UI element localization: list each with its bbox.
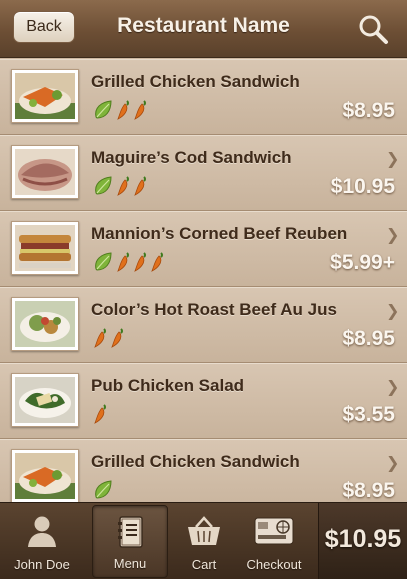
person-icon bbox=[28, 516, 56, 547]
roast-beef-photo bbox=[11, 297, 79, 351]
menu-item-name: Grilled Chicken Sandwich bbox=[91, 452, 300, 471]
nav-header: Back Restaurant Name bbox=[0, 0, 407, 58]
dietary-icons bbox=[93, 175, 147, 197]
tab-menu[interactable]: Menu bbox=[92, 505, 168, 578]
back-button[interactable]: Back bbox=[13, 11, 75, 43]
tab-label: John Doe bbox=[14, 557, 70, 572]
chicken-dish-photo bbox=[11, 449, 79, 502]
menu-item-name: Mannion’s Corned Beef Reuben bbox=[91, 224, 348, 243]
spicy-pepper-icon bbox=[151, 252, 163, 272]
app-screen: Back Restaurant Name Grilled Chicken San… bbox=[0, 0, 407, 579]
menu-list[interactable]: Grilled Chicken Sandwich $8.95 Maguire’s C… bbox=[0, 58, 407, 502]
order-total-amount: $10.95 bbox=[324, 525, 402, 553]
tab-bar: John Doe Menu Cart Checkout $10.95 bbox=[0, 502, 407, 579]
basket-icon bbox=[188, 516, 220, 545]
reuben-photo bbox=[11, 221, 79, 275]
chevron-right-icon: ❯ bbox=[386, 303, 400, 320]
menu-item-row[interactable]: Mannion’s Corned Beef Reuben ❯ $5.99+ bbox=[0, 211, 407, 287]
menu-item-price: $10.95 bbox=[330, 175, 395, 198]
tab-checkout[interactable]: Checkout bbox=[236, 505, 312, 578]
dietary-icons bbox=[93, 479, 113, 501]
vegetarian-leaf-icon bbox=[95, 176, 112, 195]
spicy-pepper-icon bbox=[94, 404, 106, 424]
order-total[interactable]: $10.95 bbox=[318, 503, 407, 579]
page-title: Restaurant Name bbox=[117, 14, 290, 37]
chevron-right-icon: ❯ bbox=[386, 227, 400, 244]
spicy-pepper-icon bbox=[117, 100, 129, 120]
menu-item-price: $5.99+ bbox=[330, 251, 395, 274]
spicy-pepper-icon bbox=[94, 328, 106, 348]
vegetarian-leaf-icon bbox=[95, 100, 112, 119]
menu-item-name: Color’s Hot Roast Beef Au Jus bbox=[91, 300, 337, 319]
salad-photo bbox=[11, 373, 79, 427]
dietary-icons bbox=[93, 327, 124, 349]
tab-label: Menu bbox=[113, 556, 147, 571]
spicy-pepper-icon bbox=[117, 252, 129, 272]
spicy-pepper-icon bbox=[111, 328, 123, 348]
menu-item-name: Grilled Chicken Sandwich bbox=[91, 72, 300, 91]
menu-item-name: Maguire’s Cod Sandwich bbox=[91, 148, 292, 167]
menu-item-row[interactable]: Pub Chicken Salad ❯ $3.55 bbox=[0, 363, 407, 439]
menu-item-row[interactable]: Grilled Chicken Sandwich $8.95 bbox=[0, 59, 407, 135]
menu-item-row[interactable]: Color’s Hot Roast Beef Au Jus ❯ $8.95 bbox=[0, 287, 407, 363]
dietary-icons bbox=[93, 251, 164, 273]
vegetarian-leaf-icon bbox=[95, 252, 112, 271]
credit-card-icon bbox=[254, 517, 294, 545]
dietary-icons bbox=[93, 403, 107, 425]
chevron-right-icon: ❯ bbox=[386, 151, 400, 168]
vegetarian-leaf-icon bbox=[95, 480, 112, 499]
spicy-pepper-icon bbox=[134, 252, 146, 272]
tab-profile[interactable]: John Doe bbox=[4, 505, 80, 578]
chevron-right-icon: ❯ bbox=[386, 379, 400, 396]
menu-item-price: $8.95 bbox=[342, 479, 395, 502]
tab-label: Cart bbox=[191, 557, 217, 572]
tab-label: Checkout bbox=[246, 557, 302, 572]
menu-book-icon bbox=[118, 516, 143, 548]
dietary-icons bbox=[93, 99, 147, 121]
spicy-pepper-icon bbox=[134, 100, 146, 120]
search-icon[interactable] bbox=[356, 12, 390, 46]
menu-item-row[interactable]: Maguire’s Cod Sandwich ❯ $10.95 bbox=[0, 135, 407, 211]
cod-sandwich-photo bbox=[11, 145, 79, 199]
menu-item-price: $8.95 bbox=[342, 99, 395, 122]
menu-item-row[interactable]: Grilled Chicken Sandwich ❯ $8.95 bbox=[0, 439, 407, 502]
chevron-right-icon: ❯ bbox=[386, 455, 400, 472]
tab-cart[interactable]: Cart bbox=[166, 505, 242, 578]
menu-item-price: $3.55 bbox=[342, 403, 395, 426]
menu-item-price: $8.95 bbox=[342, 327, 395, 350]
spicy-pepper-icon bbox=[134, 176, 146, 196]
chicken-dish-photo bbox=[11, 69, 79, 123]
spicy-pepper-icon bbox=[117, 176, 129, 196]
menu-item-name: Pub Chicken Salad bbox=[91, 376, 245, 395]
